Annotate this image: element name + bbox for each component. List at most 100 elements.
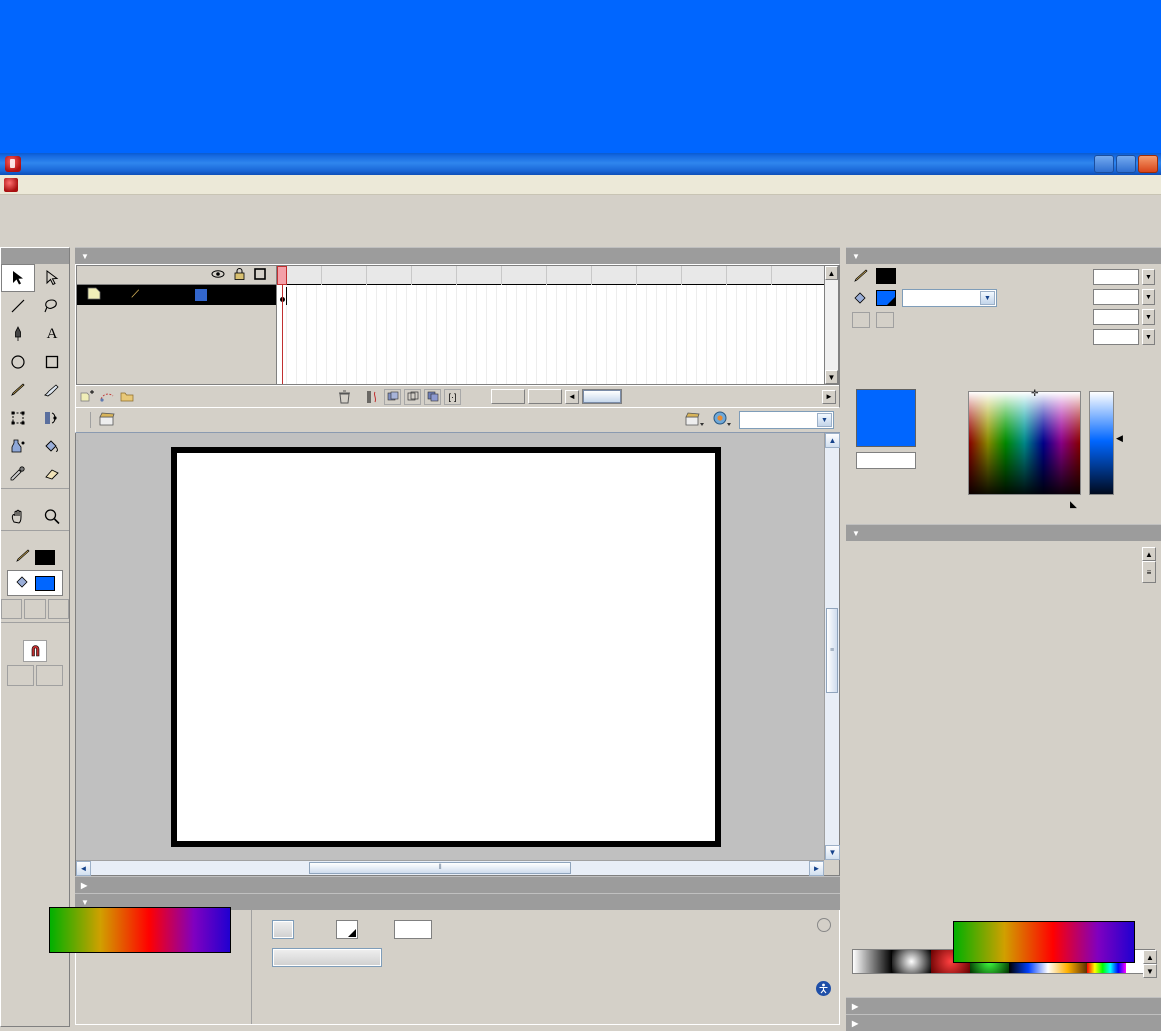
fill-color-swatch[interactable] — [35, 575, 55, 591]
swatches-scroll-up-button[interactable]: ▲ — [1142, 547, 1156, 561]
timeline-frame-grid[interactable] — [277, 285, 824, 384]
next-button[interactable] — [953, 921, 1135, 963]
paint-bucket-icon[interactable] — [852, 290, 870, 306]
modify-onion-markers-icon[interactable] — [424, 388, 441, 405]
menu-item-control[interactable] — [108, 183, 122, 187]
menu-item-insert[interactable] — [66, 183, 80, 187]
stage-scroll-down-button[interactable]: ▼ — [825, 845, 840, 860]
snap-to-objects-icon[interactable] — [23, 640, 47, 662]
straighten-icon[interactable] — [36, 664, 63, 686]
text-tool[interactable]: A — [35, 320, 69, 348]
stage-scroll-left-button[interactable]: ◄ — [76, 861, 91, 876]
accessibility-icon[interactable] — [816, 981, 831, 996]
insert-layer-icon[interactable] — [79, 388, 96, 405]
gradient-linear-white-black[interactable] — [853, 950, 892, 973]
stage-canvas[interactable] — [171, 447, 721, 847]
menu-item-help[interactable] — [136, 183, 150, 187]
timeline-layer-row[interactable] — [77, 285, 276, 305]
minimize-button[interactable] — [1094, 155, 1114, 173]
color-mixer-header[interactable]: ▼ — [846, 247, 1161, 264]
timeline-vertical-scrollbar[interactable]: ▲ ▼ — [824, 266, 838, 384]
answers-panel-header[interactable]: ▶ — [846, 1014, 1161, 1031]
layer-outline-color-swatch[interactable] — [195, 289, 207, 301]
outline-icon[interactable] — [254, 267, 266, 283]
help-icon[interactable] — [817, 918, 831, 932]
swatches-scrollbar[interactable]: ▲ ≡ — [1142, 547, 1156, 599]
swap-colors-icon[interactable] — [900, 312, 918, 328]
mixer-fill-color-swatch[interactable] — [876, 290, 896, 306]
chevron-down-icon[interactable]: ▼ — [817, 413, 832, 427]
black-and-white-icon[interactable] — [1, 599, 23, 619]
arrow-tool[interactable] — [1, 264, 35, 292]
actions-panel-header[interactable]: ▶ — [75, 876, 840, 893]
pen-tool[interactable] — [1, 320, 35, 348]
swatches-scroll-thumb[interactable]: ≡ — [1142, 561, 1156, 583]
stage-work-area[interactable] — [76, 433, 824, 860]
luminance-slider[interactable] — [1089, 391, 1114, 495]
timeline-scroll-up-button[interactable]: ▲ — [825, 266, 838, 280]
onion-skin-icon[interactable] — [364, 388, 381, 405]
lasso-tool[interactable] — [35, 292, 69, 320]
timeline-panel-header[interactable]: ▼ — [75, 247, 840, 264]
black-and-white-icon[interactable] — [852, 312, 870, 328]
document-minimize-button[interactable] — [1103, 177, 1117, 191]
red-input[interactable] — [1093, 269, 1139, 285]
timeline-hscroll-right-button[interactable]: ► — [822, 389, 836, 404]
add-motion-guide-icon[interactable] — [99, 388, 116, 405]
back-button[interactable] — [49, 907, 231, 953]
menu-item-view[interactable] — [52, 183, 66, 187]
ink-bottle-tool[interactable] — [1, 432, 35, 460]
pencil-icon[interactable] — [852, 268, 870, 284]
line-tool[interactable] — [1, 292, 35, 320]
oval-tool[interactable] — [1, 348, 35, 376]
free-transform-tool[interactable] — [1, 404, 35, 432]
no-color-icon[interactable] — [876, 312, 894, 328]
subselect-tool[interactable] — [35, 264, 69, 292]
timeline-ruler[interactable] — [277, 266, 824, 285]
no-color-icon[interactable] — [24, 599, 46, 619]
document-close-button[interactable] — [1143, 177, 1157, 191]
gradient-radial-white[interactable] — [892, 950, 931, 973]
background-color-button[interactable] — [336, 920, 358, 939]
blue-spinner[interactable]: ▼ — [1142, 309, 1155, 325]
stroke-color-swatch[interactable] — [35, 549, 55, 565]
close-button[interactable] — [1138, 155, 1158, 173]
timeline-hscroll-left-button[interactable]: ◄ — [565, 389, 579, 404]
menu-item-edit[interactable] — [38, 183, 52, 187]
framerate-input[interactable] — [394, 920, 432, 939]
pencil-tool[interactable] — [1, 376, 35, 404]
fill-transform-tool[interactable] — [35, 404, 69, 432]
zoom-level-dropdown[interactable]: ▼ — [739, 411, 834, 429]
saturation-value-field[interactable]: ✛ — [968, 388, 1081, 495]
eraser-tool[interactable] — [35, 460, 69, 488]
components-panel-header[interactable]: ▶ — [846, 997, 1161, 1014]
insert-layer-folder-icon[interactable] — [119, 388, 136, 405]
document-size-button[interactable] — [272, 920, 294, 939]
stage-vscroll-thumb[interactable]: ≡ — [826, 608, 838, 693]
green-input[interactable] — [1093, 289, 1139, 305]
hand-tool[interactable] — [1, 502, 35, 530]
edit-multiple-frames-icon[interactable] — [404, 388, 421, 405]
edit-symbols-icon[interactable] — [711, 411, 733, 430]
alpha-spinner[interactable]: ▼ — [1142, 329, 1155, 345]
zoom-tool[interactable] — [35, 502, 69, 530]
hex-color-input[interactable] — [856, 452, 916, 469]
smooth-icon[interactable] — [7, 664, 34, 686]
stage-scroll-right-button[interactable]: ► — [809, 861, 824, 876]
gradient-scroll-up-button[interactable]: ▲ — [1143, 950, 1157, 964]
playhead-marker[interactable] — [277, 266, 287, 285]
eyedropper-tool[interactable] — [1, 460, 35, 488]
green-spinner[interactable]: ▼ — [1142, 289, 1155, 305]
eye-icon[interactable] — [211, 269, 225, 282]
onion-skin-outlines-icon[interactable] — [384, 388, 401, 405]
rectangle-tool[interactable] — [35, 348, 69, 376]
timeline-frames[interactable] — [277, 266, 824, 384]
stage-horizontal-scrollbar[interactable]: ◄ ⦀ ► — [76, 860, 824, 876]
paint-bucket-tool[interactable] — [35, 432, 69, 460]
trash-icon[interactable] — [336, 388, 353, 405]
publish-settings-button[interactable] — [272, 948, 382, 967]
stage-vertical-scrollbar[interactable]: ▲ ≡ ▼ — [824, 433, 840, 860]
stage-scroll-up-button[interactable]: ▲ — [825, 433, 840, 448]
edit-scene-icon[interactable] — [685, 411, 705, 430]
maximize-button[interactable] — [1116, 155, 1136, 173]
